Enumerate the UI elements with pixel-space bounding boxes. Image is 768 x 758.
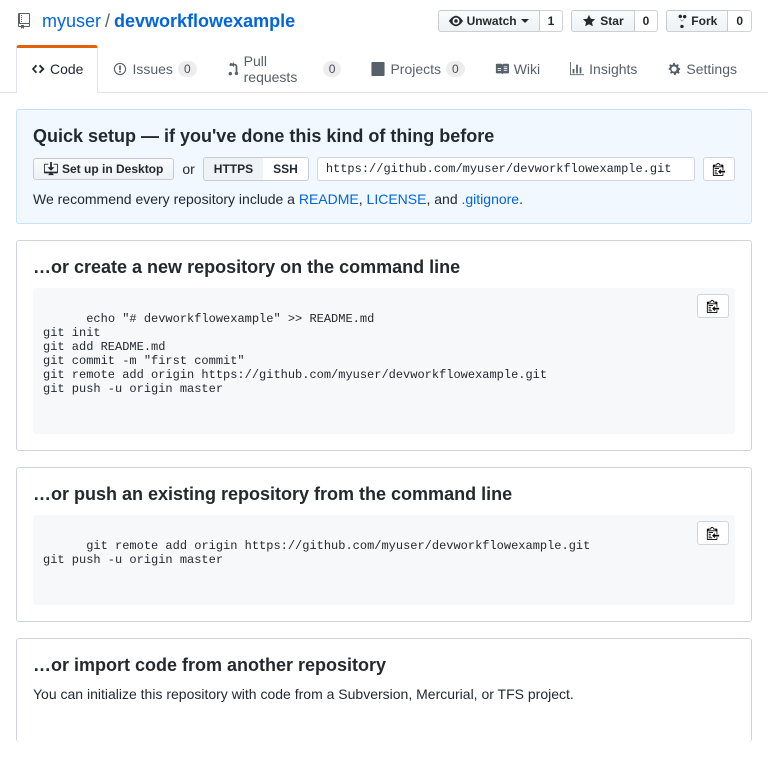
tab-label: Code xyxy=(50,61,83,77)
setup-desktop-label: Set up in Desktop xyxy=(62,162,163,176)
star-icon xyxy=(582,14,596,28)
copy-create-button[interactable] xyxy=(697,294,729,318)
tab-label: Projects xyxy=(390,61,441,77)
fork-count[interactable]: 0 xyxy=(728,10,752,32)
star-label: Star xyxy=(600,14,623,28)
clipboard-icon xyxy=(712,162,726,176)
gear-icon xyxy=(667,62,681,76)
tab-count: 0 xyxy=(323,61,342,77)
eye-icon xyxy=(449,14,463,28)
star-count[interactable]: 0 xyxy=(635,10,659,32)
ssh-button[interactable]: SSH xyxy=(263,158,308,180)
create-repo-title: …or create a new repository on the comma… xyxy=(33,257,735,278)
issue-icon xyxy=(113,62,127,76)
or-text: or xyxy=(182,161,194,177)
tab-label: Insights xyxy=(589,61,637,77)
tab-settings[interactable]: Settings xyxy=(652,45,752,93)
repo-tabs: Code Issues 0 Pull requests 0 Projects 0… xyxy=(0,44,768,93)
tab-label: Issues xyxy=(132,61,172,77)
repo-icon xyxy=(16,13,32,29)
push-repo-code: git remote add origin https://github.com… xyxy=(33,515,735,605)
unwatch-label: Unwatch xyxy=(467,14,517,28)
readme-link[interactable]: README xyxy=(299,191,359,207)
repo-actions: Unwatch 1 Star 0 Fork 0 xyxy=(438,10,752,32)
breadcrumb-separator: / xyxy=(105,11,110,32)
copy-url-button[interactable] xyxy=(703,157,735,181)
fork-icon xyxy=(677,14,687,28)
clipboard-icon xyxy=(706,526,720,540)
fork-label: Fork xyxy=(691,14,717,28)
push-repo-section: …or push an existing repository from the… xyxy=(16,467,752,622)
breadcrumb: myuser / devworkflowexample xyxy=(16,11,295,32)
push-repo-title: …or push an existing repository from the… xyxy=(33,484,735,505)
create-repo-code: echo "# devworkflowexample" >> README.md… xyxy=(33,288,735,434)
license-link[interactable]: LICENSE xyxy=(367,191,427,207)
owner-link[interactable]: myuser xyxy=(42,11,101,32)
tab-count: 0 xyxy=(178,61,197,77)
import-repo-desc: You can initialize this repository with … xyxy=(33,686,735,702)
pull-request-icon xyxy=(227,62,239,76)
project-icon xyxy=(371,62,385,76)
https-button[interactable]: HTTPS xyxy=(204,158,263,180)
setup-desktop-button[interactable]: Set up in Desktop xyxy=(33,158,174,180)
tab-wiki[interactable]: Wiki xyxy=(480,45,555,93)
unwatch-button[interactable]: Unwatch xyxy=(438,10,540,32)
gitignore-link[interactable]: .gitignore xyxy=(462,191,520,207)
quick-setup-box: Quick setup — if you've done this kind o… xyxy=(16,109,752,224)
star-button[interactable]: Star xyxy=(571,10,634,32)
tab-code[interactable]: Code xyxy=(16,45,98,93)
protocol-switch: HTTPS SSH xyxy=(203,157,309,181)
tab-projects[interactable]: Projects 0 xyxy=(356,45,479,93)
create-repo-section: …or create a new repository on the comma… xyxy=(16,240,752,451)
desktop-download-icon xyxy=(44,162,58,176)
clone-url-input[interactable] xyxy=(317,157,695,181)
watch-count[interactable]: 1 xyxy=(540,10,564,32)
graph-icon xyxy=(570,62,584,76)
tab-insights[interactable]: Insights xyxy=(555,45,652,93)
recommend-text: We recommend every repository include a … xyxy=(33,191,735,207)
import-repo-title: …or import code from another repository xyxy=(33,655,735,676)
fork-button[interactable]: Fork xyxy=(666,10,728,32)
tab-issues[interactable]: Issues 0 xyxy=(98,45,211,93)
tab-count: 0 xyxy=(446,61,465,77)
tab-label: Pull requests xyxy=(244,53,318,85)
import-repo-section: …or import code from another repository … xyxy=(16,638,752,742)
clipboard-icon xyxy=(706,299,720,313)
quick-setup-title: Quick setup — if you've done this kind o… xyxy=(33,126,735,147)
copy-push-button[interactable] xyxy=(697,521,729,545)
tab-pull-requests[interactable]: Pull requests 0 xyxy=(212,45,357,93)
code-icon xyxy=(31,62,45,76)
book-icon xyxy=(495,62,509,76)
tab-label: Wiki xyxy=(514,61,540,77)
caret-down-icon xyxy=(521,17,529,25)
tab-label: Settings xyxy=(686,61,737,77)
repo-link[interactable]: devworkflowexample xyxy=(114,11,295,32)
